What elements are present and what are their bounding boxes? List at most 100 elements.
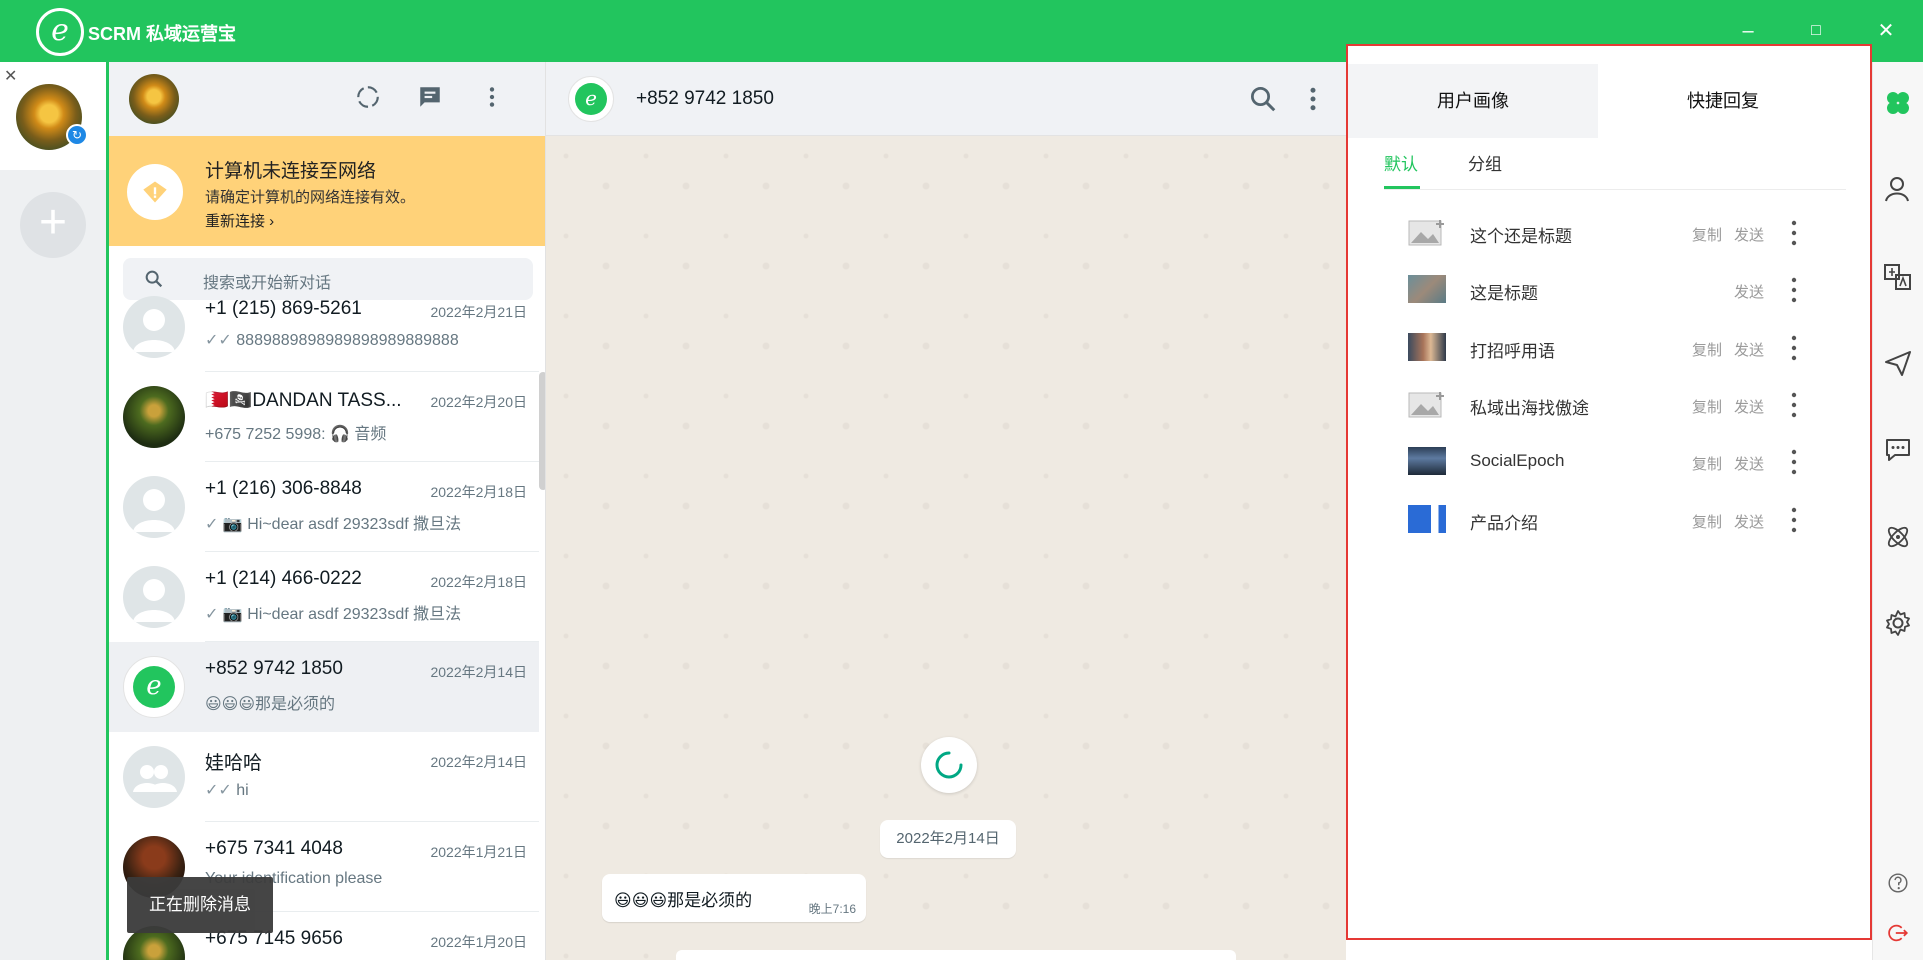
conversation-title[interactable]: +852 9742 1850 [636, 88, 774, 110]
message-bubble[interactable]: 😃😃😃那是必须的 晚上7:16 [602, 874, 866, 922]
new-chat-icon[interactable] [415, 84, 445, 114]
copy-button[interactable]: 复制 [1692, 453, 1722, 474]
chat-preview: 😃😃😃那是必须的 [205, 696, 336, 713]
tab-user-profile[interactable]: 用户画像 [1348, 64, 1598, 138]
quick-reply-item[interactable]: 私域出海找傲途 复制 发送 [1408, 386, 1848, 426]
reconnect-link[interactable]: 重新连接 › [205, 210, 274, 231]
help-icon[interactable] [1887, 872, 1909, 894]
quick-reply-panel: 用户画像 快捷回复 默认 分组 这个还是标题 复制 发送 这是标题 发送 打招呼… [1346, 44, 1872, 940]
chat-preview: +675 7252 5998: 🎧 音频 [205, 426, 387, 443]
chat-preview-text: 8889889898989898989889888 [236, 332, 459, 349]
close-window-button[interactable]: ✕ [1866, 12, 1906, 50]
quick-reply-title: SocialEpoch [1470, 451, 1565, 470]
contact-avatar: e [123, 656, 185, 718]
menu-icon[interactable] [1298, 84, 1328, 114]
send-button[interactable]: 发送 [1734, 281, 1764, 302]
search-icon[interactable] [1248, 84, 1278, 114]
more-icon[interactable] [1786, 505, 1802, 535]
logout-icon[interactable] [1887, 922, 1909, 944]
default-avatar-icon [123, 476, 185, 538]
settings-gear-icon[interactable] [1883, 608, 1913, 638]
conversation-avatar[interactable]: e [568, 76, 614, 122]
offline-subtitle: 请确定计算机的网络连接有效。 [205, 189, 416, 206]
quick-reply-item[interactable]: SocialEpoch 复制 发送 [1408, 443, 1848, 483]
chat-preview-text: 📷 Hi~dear asdf 29323sdf 撒旦法 [222, 606, 462, 623]
copy-button[interactable]: 复制 [1692, 339, 1722, 360]
message-text: 😃😃😃那是必须的 [614, 891, 753, 910]
my-avatar[interactable] [129, 74, 179, 124]
conversation-header: e +852 9742 1850 [546, 62, 1346, 136]
clover-icon[interactable] [1883, 88, 1913, 118]
chat-name: +852 9742 1850 [205, 658, 343, 679]
quick-reply-title: 产品介绍 [1470, 514, 1538, 533]
add-account-button[interactable]: + [20, 192, 86, 258]
close-account-icon[interactable]: ✕ [4, 66, 17, 86]
sync-badge-icon: ↻ [66, 124, 88, 146]
composer[interactable] [676, 950, 1236, 960]
chat-date: 2022年2月14日 [430, 664, 527, 680]
chat-row-active[interactable]: e +852 9742 1850 2022年2月14日 😃😃😃那是必须的 [109, 642, 539, 732]
send-button[interactable]: 发送 [1734, 396, 1764, 417]
chat-date: 2022年2月20日 [430, 394, 527, 410]
menu-icon[interactable] [477, 84, 507, 114]
subtab-default[interactable]: 默认 [1384, 150, 1418, 175]
user-profile-icon[interactable] [1883, 174, 1913, 204]
reply-subtabs: 默认 分组 [1384, 150, 1854, 190]
copy-button[interactable]: 复制 [1692, 396, 1722, 417]
more-icon[interactable] [1786, 333, 1802, 363]
quick-reply-title: 私域出海找傲途 [1470, 399, 1589, 418]
status-icon[interactable] [353, 84, 383, 114]
conversation-panel: e +852 9742 1850 2022年2月14日 😃😃😃那是必须的 晚上7… [546, 62, 1346, 960]
app-title: SCRM 私域运营宝 [88, 24, 236, 44]
chat-date: 2022年2月18日 [430, 484, 527, 500]
quick-reply-item[interactable]: 这个还是标题 复制 发送 [1408, 214, 1848, 254]
subtab-group[interactable]: 分组 [1468, 150, 1502, 175]
tab-quick-reply[interactable]: 快捷回复 [1598, 64, 1848, 138]
chat-row[interactable]: +1 (214) 466-0222 2022年2月18日 ✓ 📷 Hi~dear… [109, 552, 539, 642]
subtab-divider [1384, 189, 1846, 190]
chat-name: +1 (216) 306-8848 [205, 478, 362, 499]
image-placeholder-icon [1408, 390, 1446, 418]
more-icon[interactable] [1786, 447, 1802, 477]
chat-name: 🇧🇭🏴‍☠️DANDAN TASS... [205, 390, 402, 411]
more-icon[interactable] [1786, 218, 1802, 248]
more-icon[interactable] [1786, 390, 1802, 420]
more-icon[interactable] [1786, 275, 1802, 305]
offline-banner: 计算机未连接至网络 请确定计算机的网络连接有效。 重新连接 › [109, 136, 545, 246]
chat-preview: ✓✓ hi [205, 780, 249, 800]
message-time: 晚上7:16 [808, 902, 856, 916]
send-button[interactable]: 发送 [1734, 511, 1764, 532]
translate-icon[interactable] [1883, 262, 1913, 292]
chat-row[interactable]: +1 (216) 306-8848 2022年2月18日 ✓ 📷 Hi~dear… [109, 462, 539, 552]
panel-tabs: 用户画像 快捷回复 [1348, 64, 1870, 138]
chat-row[interactable]: +1 (215) 869-5261 2022年2月21日 ✓✓ 88898898… [109, 282, 539, 372]
send-button[interactable]: 发送 [1734, 224, 1764, 245]
atom-icon[interactable] [1883, 522, 1913, 552]
chat-date: 2022年1月20日 [430, 934, 527, 950]
app-logo-letter: e [51, 13, 69, 48]
chat-preview: ✓ 📷 Hi~dear asdf 29323sdf 撒旦法 [205, 510, 461, 534]
send-icon[interactable] [1883, 348, 1913, 378]
default-avatar-icon [123, 296, 185, 358]
chat-preview: ✓✓ 8889889898989898989889888 [205, 330, 459, 350]
quick-reply-item[interactable]: 这是标题 发送 [1408, 271, 1848, 311]
reply-thumbnail [1408, 275, 1446, 303]
chat-row[interactable]: 🇧🇭🏴‍☠️DANDAN TASS... 2022年2月20日 +675 725… [109, 372, 539, 462]
date-chip: 2022年2月14日 [880, 820, 1016, 858]
chat-row[interactable]: 娃哈哈 2022年2月14日 ✓✓ hi [109, 732, 539, 822]
chat-date: 2022年2月21日 [430, 304, 527, 320]
send-button[interactable]: 发送 [1734, 453, 1764, 474]
account-card[interactable]: ✕ ↻ [0, 62, 106, 170]
offline-title: 计算机未连接至网络 [205, 161, 377, 182]
send-button[interactable]: 发送 [1734, 339, 1764, 360]
copy-button[interactable]: 复制 [1692, 511, 1722, 532]
chat-name: +675 7341 4048 [205, 838, 343, 859]
reply-thumbnail [1408, 505, 1446, 533]
chat-bubble-icon[interactable] [1883, 434, 1913, 464]
chat-list-scrollbar[interactable] [539, 372, 545, 490]
chat-name: +1 (215) 869-5261 [205, 298, 362, 319]
contact-avatar [123, 386, 185, 448]
copy-button[interactable]: 复制 [1692, 224, 1722, 245]
quick-reply-item[interactable]: 打招呼用语 复制 发送 [1408, 329, 1848, 369]
quick-reply-item[interactable]: 产品介绍 复制 发送 [1408, 501, 1848, 541]
